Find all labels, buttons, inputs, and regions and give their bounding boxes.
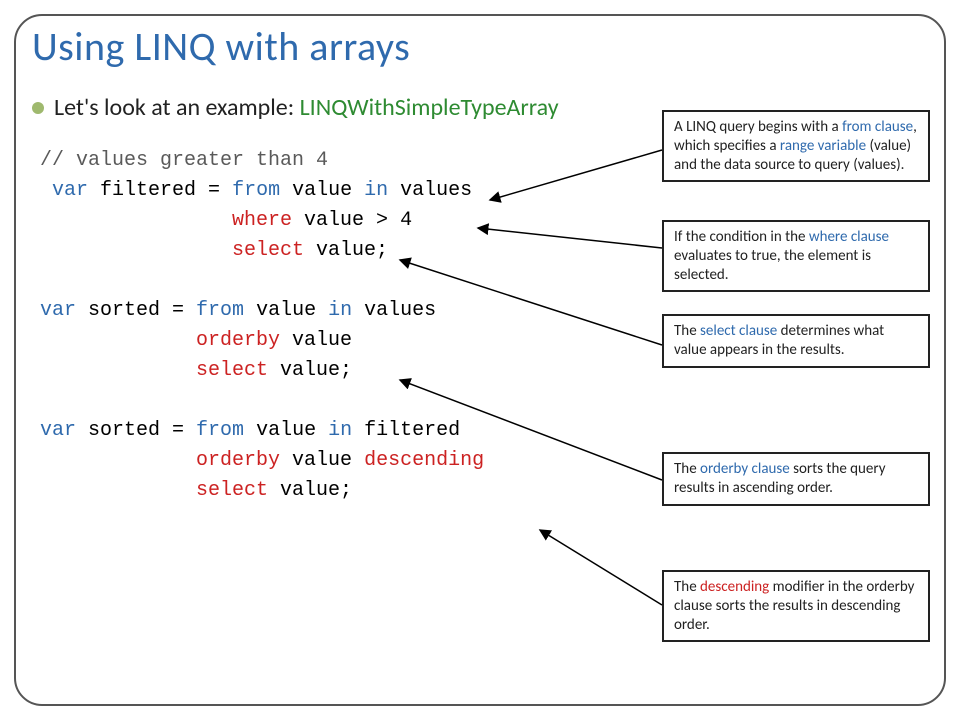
slide-title: Using LINQ with arrays: [0, 22, 960, 71]
code-line-sorted2: var sorted = from value in filtered: [40, 416, 960, 446]
callout-select: The select clause determines what value …: [662, 314, 930, 368]
bullet-text: Let's look at an example: LINQWithSimple…: [54, 93, 559, 122]
code-blank2: [40, 386, 960, 416]
callout-from: A LINQ query begins with a from clause, …: [662, 110, 930, 182]
bullet-icon: [32, 102, 44, 114]
bullet-lead: Let's look at an example:: [54, 93, 300, 122]
callout-orderby: The orderby clause sorts the query resul…: [662, 452, 930, 506]
callout-where: If the condition in the where clause eva…: [662, 220, 930, 292]
bullet-example: LINQWithSimpleTypeArray: [300, 93, 559, 122]
callout-descending: The descending modifier in the orderby c…: [662, 570, 930, 642]
